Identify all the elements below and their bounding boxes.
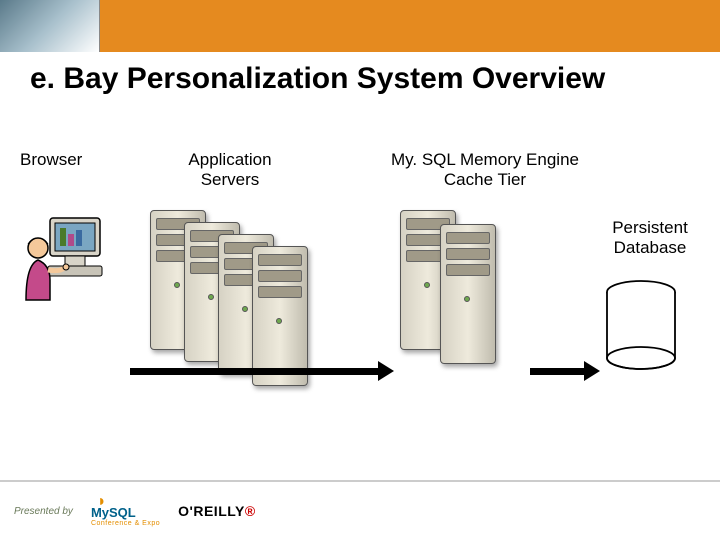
architecture-diagram: Browser Application Servers My. SQL Memo… [0, 150, 720, 470]
flow-arrow-icon [530, 368, 586, 375]
server-icon [440, 224, 496, 364]
database-cylinder-icon [605, 280, 677, 370]
header-bar [0, 0, 720, 52]
label-persistent-db: Persistent Database [595, 218, 705, 258]
presented-by-label: Presented by [14, 506, 73, 517]
label-cache-tier: My. SQL Memory Engine Cache Tier [370, 150, 600, 190]
oreilly-mark: ® [245, 503, 256, 519]
mysql-logo-sub: Conference & Expo [91, 520, 160, 527]
cache-server-cluster [400, 210, 540, 380]
user-at-computer-icon [20, 210, 120, 310]
flow-arrow-icon [130, 368, 380, 375]
oreilly-logo: O'REILLY® [178, 503, 256, 519]
server-icon [252, 246, 308, 386]
app-server-cluster [150, 210, 330, 380]
footer: Presented by ◗ MySQL Conference & Expo O… [0, 480, 720, 540]
mysql-logo: ◗ MySQL Conference & Expo [91, 495, 160, 527]
oreilly-logo-text: O'REILLY [178, 503, 245, 519]
wave-decor-icon [0, 0, 100, 52]
slide-title: e. Bay Personalization System Overview [30, 62, 605, 95]
label-app-servers: Application Servers [165, 150, 295, 190]
dolphin-icon: ◗ [97, 493, 107, 511]
label-browser: Browser [20, 150, 140, 170]
